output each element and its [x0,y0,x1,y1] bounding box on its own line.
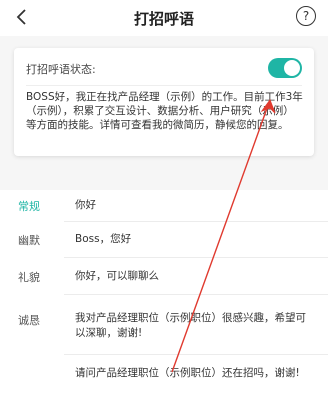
list-divider [64,221,328,222]
list-divider [64,294,328,295]
status-row: 打招呼语状态: [26,58,302,80]
current-greeting-text: BOSS好，我正在找产品经理（示例）的工作。目前工作3年（示例），积累了交互设计… [26,91,303,131]
list-divider [64,354,328,355]
greeting-option[interactable]: 请问产品经理职位（示例职位）还在招吗，谢谢! [75,366,316,381]
help-button[interactable]: ? [296,6,316,26]
header-bar: 打招呼语 ? [0,0,328,36]
card-divider [26,85,302,86]
question-circle-icon: ? [302,9,310,23]
category-regular[interactable]: 常规 [18,198,40,214]
category-polite[interactable]: 礼貌 [18,269,40,285]
greeting-status-toggle[interactable] [268,58,302,78]
greeting-option[interactable]: 我对产品经理职位（示例职位）很感兴趣，希望可以深聊，谢谢! [75,311,316,341]
greeting-card: 打招呼语状态: BOSS好，我正在找产品经理（示例）的工作。目前工作3年（示例）… [14,48,314,156]
greeting-option[interactable]: Boss，您好 [75,232,316,247]
greeting-option[interactable]: 你好，可以聊聊么 [75,269,316,284]
greeting-list: 常规 幽默 礼貌 诚恳 你好 Boss，您好 你好，可以聊聊么 我对产品经理职位… [0,190,328,408]
toggle-knob [284,60,300,76]
status-label: 打招呼语状态: [26,63,96,76]
greeting-option[interactable]: 你好 [75,198,316,213]
page-title: 打招呼语 [133,10,194,28]
list-divider [64,257,328,258]
category-humor[interactable]: 幽默 [18,232,40,248]
category-sincere[interactable]: 诚恳 [18,312,40,328]
